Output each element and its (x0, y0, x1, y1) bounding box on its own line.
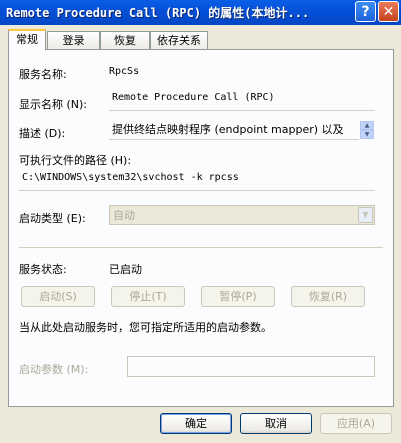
service-name-value: RpcSs (109, 66, 140, 77)
display-name-field[interactable]: Remote Procedure Call (RPC) (109, 91, 375, 111)
divider (19, 247, 383, 248)
start-button[interactable]: 启动(S) (21, 286, 95, 307)
close-button[interactable]: ✕ (378, 1, 399, 22)
scroll-down-icon[interactable]: ▼ (360, 130, 374, 139)
hint-text: 当从此处启动服务时，您可指定所适用的启动参数。 (19, 321, 272, 334)
description-label: 描述 (D): (19, 127, 66, 140)
resume-button[interactable]: 恢复(R) (291, 286, 365, 307)
tab-recovery[interactable]: 恢复 (100, 31, 150, 49)
apply-button[interactable]: 应用(A) (320, 413, 392, 434)
tab-general[interactable]: 常规 (8, 29, 46, 50)
tab-logon[interactable]: 登录 (47, 31, 100, 49)
general-panel: 服务名称: RpcSs 显示名称 (N): Remote Procedure C… (8, 49, 394, 407)
start-params-label: 启动参数 (M): (19, 363, 89, 376)
scroll-up-icon[interactable]: ▲ (360, 121, 374, 130)
startup-type-select[interactable]: 自动 ▼ (109, 205, 375, 225)
service-status-label: 服务状态: (19, 263, 67, 276)
help-button[interactable]: ? (355, 1, 376, 22)
startup-type-value: 自动 (113, 209, 135, 222)
display-name-label: 显示名称 (N): (19, 98, 88, 111)
pause-button[interactable]: 暂停(P) (201, 286, 275, 307)
stop-button[interactable]: 停止(T) (111, 286, 185, 307)
title-bar: Remote Procedure Call (RPC) 的属性(本地计... ?… (0, 0, 401, 25)
service-name-label: 服务名称: (19, 68, 67, 81)
tab-dependencies[interactable]: 依存关系 (150, 31, 208, 49)
chevron-down-icon[interactable]: ▼ (358, 207, 373, 223)
window-title: Remote Procedure Call (RPC) 的属性(本地计... (6, 6, 310, 20)
description-field[interactable]: 提供终结点映射程序 (endpoint mapper) 以及 (109, 120, 359, 140)
service-status-value: 已启动 (109, 263, 142, 276)
start-params-input[interactable] (127, 356, 375, 377)
ok-button[interactable]: 确定 (160, 413, 232, 434)
cancel-button[interactable]: 取消 (240, 413, 312, 434)
exe-path-label: 可执行文件的路径 (H): (19, 154, 132, 167)
startup-type-label: 启动类型 (E): (19, 212, 86, 225)
exe-path-field[interactable]: C:\WINDOWS\system32\svchost -k rpcss (19, 171, 375, 191)
